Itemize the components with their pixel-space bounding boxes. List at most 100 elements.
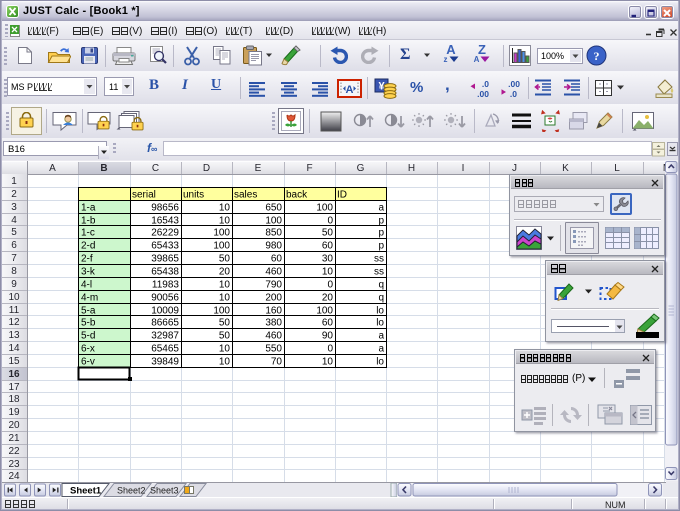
svg-text:460: 460 bbox=[265, 331, 282, 342]
svg-text:17: 17 bbox=[8, 382, 20, 393]
svg-text:K: K bbox=[562, 163, 569, 174]
svg-text:26229: 26229 bbox=[151, 228, 179, 239]
svg-text:G: G bbox=[357, 163, 365, 174]
svg-text:A: A bbox=[49, 163, 56, 174]
svg-text:10: 10 bbox=[219, 357, 231, 368]
svg-text:11: 11 bbox=[9, 305, 20, 316]
svg-text:p: p bbox=[378, 216, 384, 227]
svg-text:50: 50 bbox=[219, 331, 231, 342]
svg-text:18: 18 bbox=[8, 394, 20, 405]
svg-text:20: 20 bbox=[219, 267, 231, 278]
svg-text:19: 19 bbox=[8, 407, 20, 418]
svg-text:100: 100 bbox=[316, 306, 333, 317]
svg-text:D: D bbox=[203, 163, 210, 174]
svg-text:12: 12 bbox=[8, 317, 20, 328]
svg-text:50: 50 bbox=[322, 228, 334, 239]
svg-text:0: 0 bbox=[327, 280, 333, 291]
svg-text:back: back bbox=[286, 190, 308, 201]
svg-text:1-c: 1-c bbox=[81, 228, 95, 239]
svg-text:1-b: 1-b bbox=[81, 216, 96, 227]
svg-text:q: q bbox=[378, 293, 384, 304]
svg-text:lo: lo bbox=[376, 357, 384, 368]
svg-text:4-m: 4-m bbox=[81, 293, 98, 304]
svg-text:65465: 65465 bbox=[151, 344, 179, 355]
svg-text:a: a bbox=[378, 344, 384, 355]
svg-text:lo: lo bbox=[376, 306, 384, 317]
svg-text:5-b: 5-b bbox=[81, 318, 96, 329]
svg-text:C: C bbox=[152, 163, 159, 174]
svg-text:90: 90 bbox=[322, 331, 334, 342]
svg-text:850: 850 bbox=[265, 228, 282, 239]
svg-text:980: 980 bbox=[265, 241, 282, 252]
svg-text:21: 21 bbox=[8, 433, 20, 444]
svg-text:a: a bbox=[378, 203, 384, 214]
svg-text:2: 2 bbox=[11, 189, 17, 200]
svg-text:16543: 16543 bbox=[151, 216, 179, 227]
svg-text:10: 10 bbox=[219, 280, 231, 291]
svg-text:Sheet1: Sheet1 bbox=[70, 486, 102, 497]
svg-text:790: 790 bbox=[265, 280, 282, 291]
svg-text:B: B bbox=[100, 163, 107, 174]
svg-text:2-f: 2-f bbox=[81, 254, 93, 265]
svg-text:100: 100 bbox=[213, 306, 230, 317]
svg-text:ID: ID bbox=[337, 190, 347, 201]
svg-text:0: 0 bbox=[327, 344, 333, 355]
svg-text:11983: 11983 bbox=[152, 280, 180, 291]
svg-text:650: 650 bbox=[265, 203, 282, 214]
svg-text:a: a bbox=[378, 331, 384, 342]
svg-text:serial: serial bbox=[132, 190, 156, 201]
svg-text:65433: 65433 bbox=[151, 241, 179, 252]
svg-text:98656: 98656 bbox=[151, 203, 179, 214]
svg-text:F: F bbox=[306, 163, 312, 174]
svg-text:39865: 39865 bbox=[151, 254, 179, 265]
svg-text:1-a: 1-a bbox=[81, 203, 96, 214]
svg-text:60: 60 bbox=[322, 241, 334, 252]
svg-text:20: 20 bbox=[8, 420, 20, 431]
svg-text:39849: 39849 bbox=[151, 357, 179, 368]
svg-text:q: q bbox=[378, 280, 384, 291]
svg-text:p: p bbox=[378, 228, 384, 239]
svg-text:30: 30 bbox=[322, 254, 334, 265]
svg-text:10: 10 bbox=[219, 293, 231, 304]
svg-text:22: 22 bbox=[8, 446, 20, 457]
svg-text:6-v: 6-v bbox=[81, 357, 95, 368]
svg-text:Sheet3: Sheet3 bbox=[150, 486, 179, 496]
svg-text:6: 6 bbox=[11, 240, 17, 251]
svg-text:4: 4 bbox=[11, 215, 17, 226]
svg-text:32987: 32987 bbox=[151, 331, 179, 342]
svg-text:460: 460 bbox=[265, 267, 282, 278]
svg-text:sales: sales bbox=[234, 190, 257, 201]
svg-text:units: units bbox=[183, 190, 204, 201]
svg-text:Sheet2: Sheet2 bbox=[117, 486, 146, 496]
svg-text:10: 10 bbox=[322, 357, 334, 368]
svg-text:J: J bbox=[512, 163, 517, 174]
svg-text:60: 60 bbox=[271, 254, 283, 265]
svg-text:9: 9 bbox=[11, 279, 17, 290]
svg-text:380: 380 bbox=[265, 318, 282, 329]
svg-text:13: 13 bbox=[8, 330, 20, 341]
svg-text:15: 15 bbox=[8, 356, 20, 367]
svg-text:ss: ss bbox=[374, 254, 384, 265]
svg-text:E: E bbox=[255, 163, 262, 174]
svg-text:23: 23 bbox=[8, 459, 20, 470]
svg-text:10: 10 bbox=[219, 216, 231, 227]
svg-text:100: 100 bbox=[213, 228, 230, 239]
svg-text:ss: ss bbox=[374, 267, 384, 278]
svg-text:200: 200 bbox=[265, 293, 282, 304]
svg-text:86665: 86665 bbox=[151, 318, 179, 329]
svg-text:24: 24 bbox=[8, 471, 20, 482]
svg-text:lo: lo bbox=[376, 318, 384, 329]
svg-text:14: 14 bbox=[8, 343, 20, 354]
svg-text:7: 7 bbox=[11, 253, 17, 264]
svg-text:5-a: 5-a bbox=[81, 306, 96, 317]
svg-text:5: 5 bbox=[11, 227, 17, 238]
svg-text:70: 70 bbox=[271, 357, 283, 368]
svg-text:I: I bbox=[462, 163, 465, 174]
svg-text:3: 3 bbox=[11, 202, 17, 213]
svg-text:90056: 90056 bbox=[151, 293, 179, 304]
svg-text:6-x: 6-x bbox=[81, 344, 95, 355]
svg-text:10009: 10009 bbox=[151, 306, 179, 317]
svg-text:20: 20 bbox=[322, 293, 334, 304]
svg-text:65438: 65438 bbox=[151, 267, 179, 278]
svg-text:50: 50 bbox=[219, 254, 231, 265]
